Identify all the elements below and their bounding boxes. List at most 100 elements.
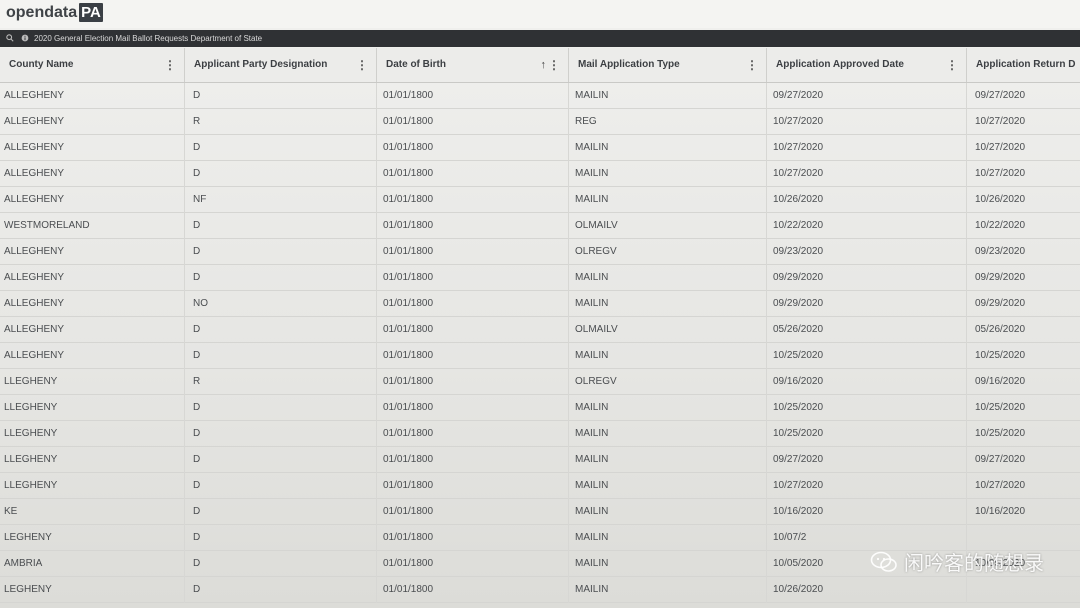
cell-county-name: ALLEGHENY <box>0 239 185 265</box>
cell-mail-application-type: MAILIN <box>569 473 767 499</box>
column-header-county-name[interactable]: County Name ⋮ <box>0 48 185 82</box>
table-row[interactable]: LLEGHENY D 01/01/1800 MAILIN 10/27/2020 10/27… <box>0 473 1080 499</box>
table-row[interactable]: ALLEGHENY NF 01/01/1800 MAILIN 10/26/2020 10/… <box>0 187 1080 213</box>
cell-date-of-birth: 01/01/1800 <box>377 551 569 577</box>
cell-date-of-birth: 01/01/1800 <box>377 395 569 421</box>
cell-return-date: 10/25/2020 <box>975 402 1026 413</box>
cell-approved-date: 09/29/2020 <box>767 291 967 317</box>
dataset-title-bar: 2020 General Election Mail Ballot Reques… <box>0 30 1080 47</box>
data-grid: County Name ⋮ Applicant Party Designatio… <box>0 48 1080 608</box>
cell-party: D <box>185 421 377 447</box>
cell-return-date: 10/27/2020 <box>975 480 1026 491</box>
column-header-label: Mail Application Type <box>578 59 680 70</box>
cell-county-name: ALLEGHENY <box>0 317 185 343</box>
cell-return-date: 10/27/2020 <box>975 168 1026 179</box>
cell-date-of-birth: 01/01/1800 <box>377 525 569 551</box>
table-row[interactable]: ALLEGHENY D 01/01/1800 MAILIN 10/27/2020 10/2… <box>0 135 1080 161</box>
cell-approved-date: 10/27/2020 <box>767 161 967 187</box>
cell-return-date: 10/27/2020 <box>975 142 1026 153</box>
table-row[interactable]: ALLEGHENY D 01/01/1800 MAILIN 10/27/2020 10/2… <box>0 161 1080 187</box>
cell-mail-application-type: MAILIN <box>569 421 767 447</box>
cell-party: D <box>185 343 377 369</box>
cell-mail-application-type: MAILIN <box>569 265 767 291</box>
cell-date-of-birth: 01/01/1800 <box>377 187 569 213</box>
table-row[interactable]: LLEGHENY D 01/01/1800 MAILIN 10/25/2020 10/25… <box>0 395 1080 421</box>
sort-ascending-icon[interactable]: ↑ <box>541 48 547 82</box>
column-header-mail-application-type[interactable]: Mail Application Type ⋮ <box>569 48 767 82</box>
cell-party: D <box>185 525 377 551</box>
cell-party: D <box>185 473 377 499</box>
cell-approved-date: 10/27/2020 <box>767 473 967 499</box>
table-row[interactable]: LLEGHENY D 01/01/1800 MAILIN 09/27/2020 09/27… <box>0 447 1080 473</box>
watermark-text: 闲吟客的随想录 <box>904 553 1044 575</box>
column-header-date-of-birth[interactable]: Date of Birth ↑ ⋮ <box>377 48 569 82</box>
cell-mail-application-type: MAILIN <box>569 447 767 473</box>
column-header-return-date[interactable]: Application Return D <box>967 48 1080 82</box>
opendata-pa-logo[interactable]: opendata PA <box>6 3 103 22</box>
cell-mail-application-type: OLMAILV <box>569 317 767 343</box>
cell-county-name: LLEGHENY <box>0 447 185 473</box>
table-row[interactable]: ALLEGHENY D 01/01/1800 MAILIN 09/29/2020 09/2… <box>0 265 1080 291</box>
cell-date-of-birth: 01/01/1800 <box>377 317 569 343</box>
cell-date-of-birth: 01/01/1800 <box>377 577 569 603</box>
table-row[interactable]: ALLEGHENY D 01/01/1800 OLMAILV 05/26/2020 05/… <box>0 317 1080 343</box>
cell-county-name: KE <box>0 499 185 525</box>
cell-date-of-birth: 01/01/1800 <box>377 369 569 395</box>
column-menu-icon[interactable]: ⋮ <box>946 48 958 82</box>
cell-date-of-birth: 01/01/1800 <box>377 161 569 187</box>
cell-approved-date: 10/26/2020 <box>767 577 967 603</box>
table-row[interactable]: ALLEGHENY R 01/01/1800 REG 10/27/2020 10/27/2… <box>0 109 1080 135</box>
cell-date-of-birth: 01/01/1800 <box>377 83 569 109</box>
cell-date-of-birth: 01/01/1800 <box>377 213 569 239</box>
cell-date-of-birth: 01/01/1800 <box>377 135 569 161</box>
cell-party: D <box>185 135 377 161</box>
cell-county-name: LEGHENY <box>0 525 185 551</box>
cell-county-name: LLEGHENY <box>0 473 185 499</box>
column-menu-icon[interactable]: ⋮ <box>746 48 758 82</box>
cell-county-name: LLEGHENY <box>0 421 185 447</box>
cell-approved-date: 09/16/2020 <box>767 369 967 395</box>
table-row[interactable]: LLEGHENY R 01/01/1800 OLREGV 09/16/2020 09/16… <box>0 369 1080 395</box>
cell-party: NF <box>185 187 377 213</box>
search-icon[interactable] <box>5 33 15 44</box>
cell-mail-application-type: MAILIN <box>569 291 767 317</box>
cell-party: D <box>185 317 377 343</box>
table-row[interactable]: WESTMORELAND D 01/01/1800 OLMAILV 10/22/2020… <box>0 213 1080 239</box>
column-menu-icon[interactable]: ⋮ <box>356 48 368 82</box>
logo-suffix: PA <box>79 3 103 22</box>
watermark: 闲吟客的随想录 <box>870 547 1044 576</box>
table-row[interactable]: KE D 01/01/1800 MAILIN 10/16/2020 10/16/2020 <box>0 499 1080 525</box>
table-row[interactable]: ALLEGHENY D 01/01/1800 OLREGV 09/23/2020 09/2… <box>0 239 1080 265</box>
column-menu-icon[interactable]: ⋮ <box>548 48 560 82</box>
cell-return-date: 09/29/2020 <box>975 272 1026 283</box>
column-menu-icon[interactable]: ⋮ <box>164 48 176 82</box>
cell-county-name: ALLEGHENY <box>0 135 185 161</box>
cell-party: D <box>185 395 377 421</box>
cell-party: D <box>185 213 377 239</box>
column-header-approved-date[interactable]: Application Approved Date ⋮ <box>767 48 967 82</box>
table-row[interactable]: ALLEGHENY D 01/01/1800 MAILIN 10/25/2020 10/2… <box>0 343 1080 369</box>
cell-mail-application-type: OLMAILV <box>569 213 767 239</box>
cell-approved-date: 10/16/2020 <box>767 499 967 525</box>
cell-mail-application-type: OLREGV <box>569 369 767 395</box>
cell-return-date: 10/26/2020 <box>975 194 1026 205</box>
table-row[interactable]: ALLEGHENY D 01/01/1800 MAILIN 09/27/2020 09/2… <box>0 83 1080 109</box>
cell-date-of-birth: 01/01/1800 <box>377 447 569 473</box>
column-header-label: Date of Birth <box>386 59 446 70</box>
cell-return-date: 10/22/2020 <box>975 220 1026 231</box>
cell-return-date: 09/27/2020 <box>975 454 1026 465</box>
cell-approved-date: 10/27/2020 <box>767 135 967 161</box>
column-header-label: Application Return D <box>976 59 1076 70</box>
cell-date-of-birth: 01/01/1800 <box>377 473 569 499</box>
info-icon[interactable] <box>20 34 30 44</box>
cell-county-name: ALLEGHENY <box>0 83 185 109</box>
cell-return-date: 10/25/2020 <box>975 350 1026 361</box>
cell-date-of-birth: 01/01/1800 <box>377 265 569 291</box>
cell-return-date: 10/27/2020 <box>975 116 1026 127</box>
table-row[interactable]: LLEGHENY D 01/01/1800 MAILIN 10/25/2020 10/25… <box>0 421 1080 447</box>
table-row[interactable]: LEGHENY D 01/01/1800 MAILIN 10/26/2020 <box>0 577 1080 603</box>
dataset-title: 2020 General Election Mail Ballot Reques… <box>34 34 263 43</box>
column-header-party[interactable]: Applicant Party Designation ⋮ <box>185 48 377 82</box>
table-row[interactable]: ALLEGHENY NO 01/01/1800 MAILIN 09/29/2020 09/… <box>0 291 1080 317</box>
cell-date-of-birth: 01/01/1800 <box>377 499 569 525</box>
